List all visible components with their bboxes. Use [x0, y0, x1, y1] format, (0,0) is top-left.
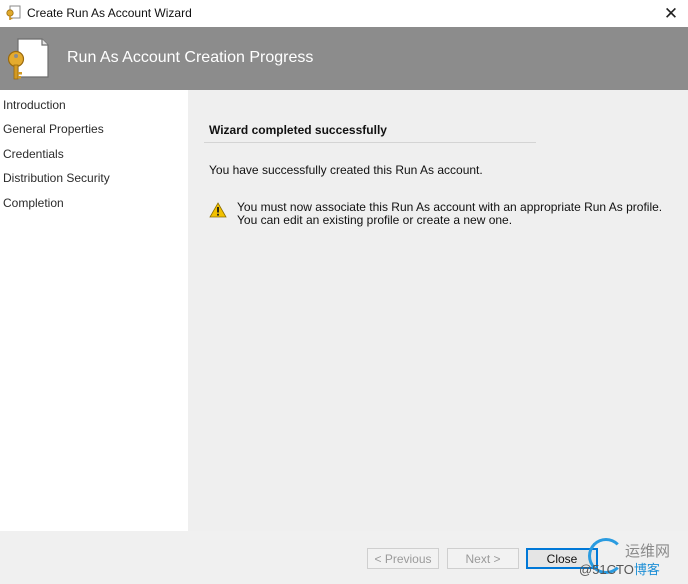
key-document-icon — [6, 5, 21, 20]
completion-heading: Wizard completed successfully — [209, 123, 387, 137]
success-message: You have successfully created this Run A… — [209, 163, 483, 177]
wizard-banner: Run As Account Creation Progress — [0, 27, 688, 90]
title-bar: Create Run As Account Wizard ✕ — [0, 0, 688, 27]
banner-title: Run As Account Creation Progress — [67, 49, 314, 66]
heading-divider — [204, 142, 536, 143]
previous-button[interactable]: < Previous — [367, 548, 439, 569]
sidebar-item-distribution-security[interactable]: Distribution Security — [3, 171, 110, 185]
watermark-top-text: 运维网 — [625, 543, 671, 560]
watermark-suffix: 博客 — [633, 562, 660, 577]
warning-line-2: You can edit an existing profile or crea… — [237, 213, 513, 227]
sidebar-item-introduction[interactable]: Introduction — [3, 98, 66, 112]
watermark: 运维网 @51CTO博客 — [578, 538, 688, 584]
watermark-prefix: @51CTO — [579, 562, 634, 577]
window-title: Create Run As Account Wizard — [27, 6, 192, 20]
warning-text: You must now associate this Run As accou… — [237, 201, 662, 227]
close-window-button[interactable]: ✕ — [654, 0, 688, 27]
sidebar-item-general-properties[interactable]: General Properties — [3, 122, 104, 136]
key-document-icon — [7, 38, 49, 80]
sidebar-item-completion[interactable]: Completion — [3, 196, 64, 210]
warning-icon — [209, 202, 227, 218]
main-content: Wizard completed successfully You have s… — [188, 90, 688, 531]
wizard-steps-sidebar: Introduction General Properties Credenti… — [0, 90, 188, 531]
sidebar-item-credentials[interactable]: Credentials — [3, 147, 64, 161]
watermark-bottom-text: @51CTO博客 — [579, 559, 660, 578]
next-button[interactable]: Next > — [447, 548, 519, 569]
